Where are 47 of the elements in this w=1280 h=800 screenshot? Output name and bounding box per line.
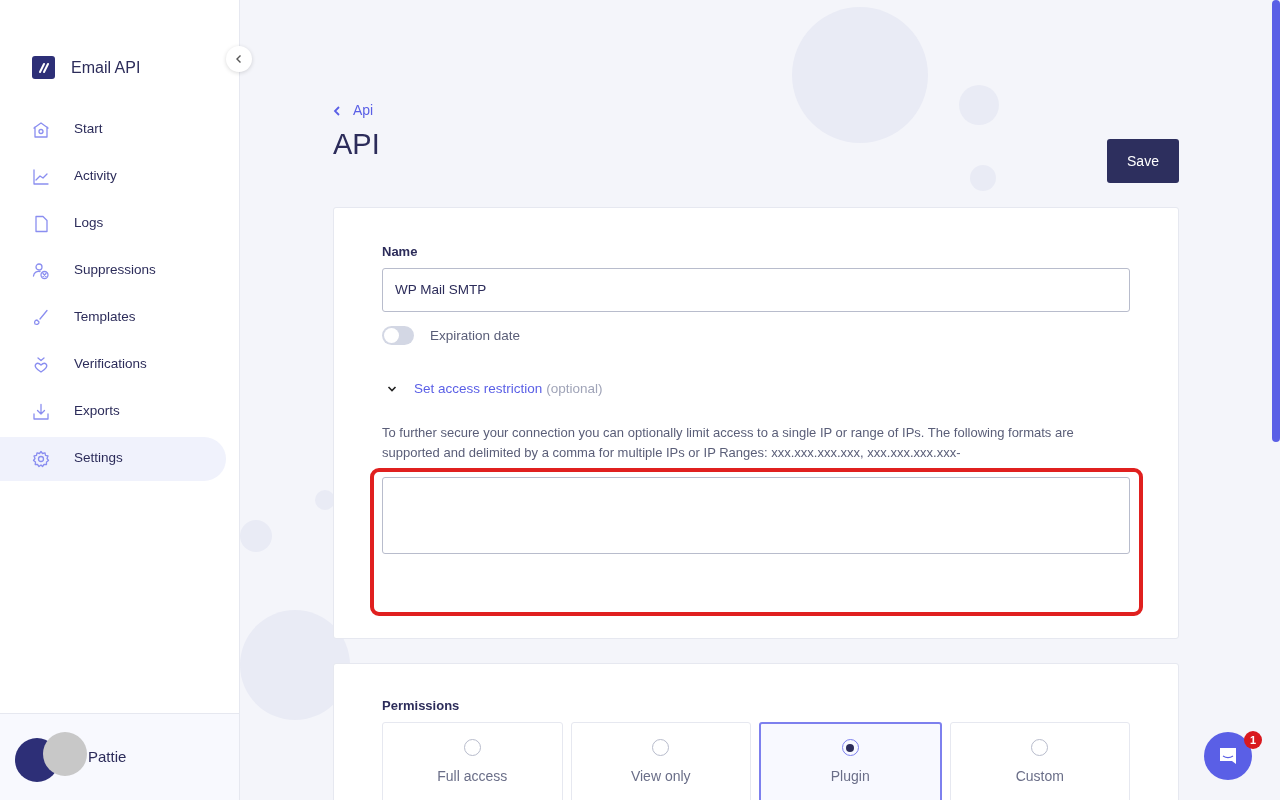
- chart-icon: [32, 167, 50, 186]
- field-label: Name: [382, 243, 419, 261]
- user-name: Pattie: [88, 746, 127, 767]
- brush-icon: [32, 308, 50, 327]
- sidebar-item[interactable]: Templates: [0, 295, 226, 340]
- permission-option[interactable]: Full access: [382, 721, 563, 800]
- download-icon: [32, 402, 50, 421]
- restriction-link[interactable]: Set access restriction: [414, 378, 543, 399]
- notification-badge: 1: [1244, 731, 1262, 749]
- collapse-button[interactable]: [226, 46, 252, 72]
- option-label: View only: [630, 767, 691, 786]
- page-title: API: [333, 127, 380, 162]
- back-icon: [333, 104, 341, 117]
- user-remove-icon: [32, 261, 50, 280]
- chevron-left-icon: [235, 54, 243, 64]
- sidebar-item[interactable]: Activity: [0, 154, 226, 199]
- sidebar-item[interactable]: Verifications: [0, 342, 226, 387]
- section-label: Permissions: [382, 697, 461, 715]
- toggle-label: Expiration date: [430, 326, 521, 345]
- sidebar-item[interactable]: Logs: [0, 201, 226, 246]
- name-field[interactable]: WP Mail SMTP: [382, 267, 1130, 312]
- file-icon: [32, 214, 50, 233]
- permission-option[interactable]: Plugin: [759, 721, 942, 800]
- optional-hint: (optional): [546, 379, 603, 398]
- save-button[interactable]: Save: [1107, 139, 1179, 183]
- sidebar-item[interactable]: Exports: [0, 389, 226, 434]
- chat-icon: [1218, 746, 1238, 766]
- ip-field[interactable]: [382, 477, 1130, 554]
- option-label: Plugin: [830, 767, 870, 786]
- sidebar-item[interactable]: Settings: [0, 436, 226, 481]
- redaction-blot: [43, 732, 87, 776]
- sidebar-item[interactable]: Start: [0, 107, 226, 152]
- brand-name: Email API: [71, 57, 141, 78]
- chat-button[interactable]: [1204, 732, 1252, 780]
- logo-icon: [32, 56, 55, 79]
- settings-icon: [32, 449, 50, 468]
- permission-option[interactable]: Custom: [949, 721, 1130, 800]
- expiration-toggle[interactable]: [382, 326, 414, 346]
- sidebar-item[interactable]: Suppressions: [0, 248, 226, 293]
- permission-option[interactable]: View only: [570, 721, 751, 800]
- option-label: Custom: [1015, 767, 1064, 786]
- chevron-icon[interactable]: [387, 384, 397, 393]
- help-text: To further secure your connection you can optionally limit access to a single IP or range of IPs. The following formats are supported and delimited by a comma for multiple IPs or IP Ranges: xxx.xxx.xxx.xxx, xxx.xxx.xxx.xxx-: [382, 424, 1075, 462]
- option-label: Full access: [437, 767, 508, 786]
- heart-icon: [32, 355, 50, 374]
- back-link[interactable]: Api: [333, 100, 374, 121]
- house-icon: [32, 120, 50, 139]
